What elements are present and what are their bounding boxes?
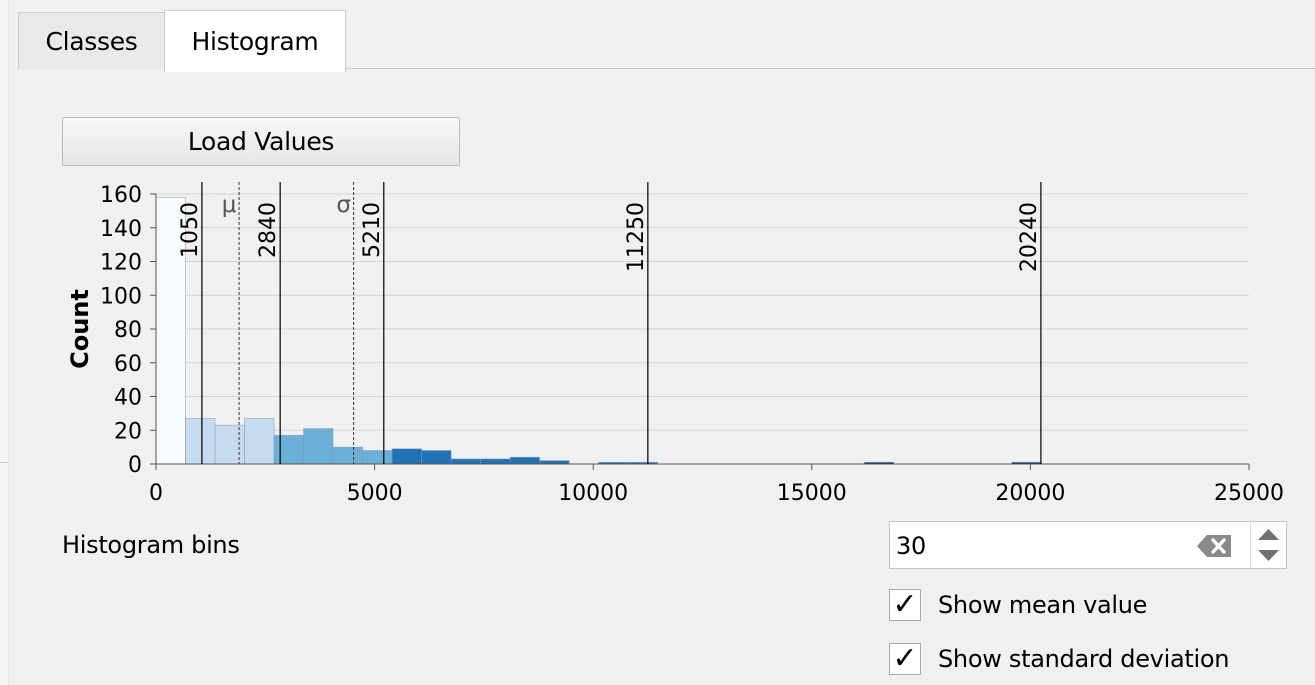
class-break-label: 5210 <box>360 202 385 258</box>
show-mean-row[interactable]: ✓ Show mean value <box>889 588 1147 622</box>
histogram-bins-value[interactable]: 30 <box>896 532 926 560</box>
left-panel-divider <box>0 462 8 463</box>
show-mean-checkbox[interactable]: ✓ <box>889 589 921 621</box>
histogram-bar <box>303 428 334 465</box>
x-tick-label: 25000 <box>1214 481 1284 506</box>
histogram-bar <box>362 450 393 465</box>
tab-histogram-label: Histogram <box>191 27 319 56</box>
load-values-label: Load Values <box>187 127 335 156</box>
histogram-bar <box>244 418 275 465</box>
y-axis-label: Count <box>66 289 94 369</box>
show-std-label: Show standard deviation <box>938 645 1230 673</box>
x-tick-label: 15000 <box>777 481 847 506</box>
show-std-row[interactable]: ✓ Show standard deviation <box>889 642 1229 676</box>
histogram-bar <box>185 418 216 465</box>
histogram-bins-spinbox[interactable]: 30 <box>889 521 1287 569</box>
histogram-bar <box>480 458 511 465</box>
class-break-label: 2840 <box>256 202 281 258</box>
x-tick-label: 10000 <box>558 481 628 506</box>
std-label: σ <box>336 192 351 218</box>
spin-down-arrow-icon[interactable] <box>1251 545 1286 566</box>
clear-icon[interactable] <box>1196 533 1234 559</box>
spin-up-arrow-icon[interactable] <box>1251 524 1286 545</box>
y-tick-label: 0 <box>128 453 142 478</box>
histogram-bar <box>273 434 304 465</box>
checkmark-icon: ✓ <box>892 641 918 676</box>
histogram-bar <box>450 458 482 465</box>
x-tick-label: 0 <box>149 481 163 506</box>
class-break-label: 20240 <box>1017 202 1042 272</box>
left-panel-edge <box>0 0 9 685</box>
y-tick-label: 80 <box>114 318 142 343</box>
show-mean-label: Show mean value <box>938 591 1148 619</box>
x-tick-label: 5000 <box>347 481 403 506</box>
y-tick-label: 140 <box>100 217 142 242</box>
y-tick-label: 40 <box>114 386 142 411</box>
y-tick-label: 120 <box>100 251 142 276</box>
y-tick-label: 20 <box>114 419 142 444</box>
y-tick-label: 100 <box>100 284 142 309</box>
y-tick-label: 160 <box>100 183 142 208</box>
mean-label: μ <box>222 192 237 218</box>
x-tick-label: 20000 <box>995 481 1065 506</box>
histogram-bins-label: Histogram bins <box>62 531 240 559</box>
class-break-label: 1050 <box>178 202 203 258</box>
tab-classes-label: Classes <box>45 26 138 56</box>
y-tick-label: 60 <box>114 352 142 377</box>
histogram-bar <box>214 424 245 465</box>
histogram-bar <box>332 446 363 465</box>
histogram-bar <box>539 460 570 465</box>
tab-classes[interactable]: Classes <box>18 12 165 69</box>
class-break-label: 11250 <box>624 202 649 272</box>
histogram-chart: 0 20 40 60 80 100 120 140 160 0 5000 10000 15000 2000… <box>66 182 1284 506</box>
load-values-button[interactable]: Load Values <box>62 117 460 166</box>
histogram-bar <box>421 450 452 465</box>
show-std-checkbox[interactable]: ✓ <box>889 643 921 675</box>
histogram-bar <box>391 448 422 465</box>
tab-histogram[interactable]: Histogram <box>164 10 346 72</box>
histogram-bar <box>509 456 541 465</box>
checkmark-icon: ✓ <box>892 587 918 622</box>
